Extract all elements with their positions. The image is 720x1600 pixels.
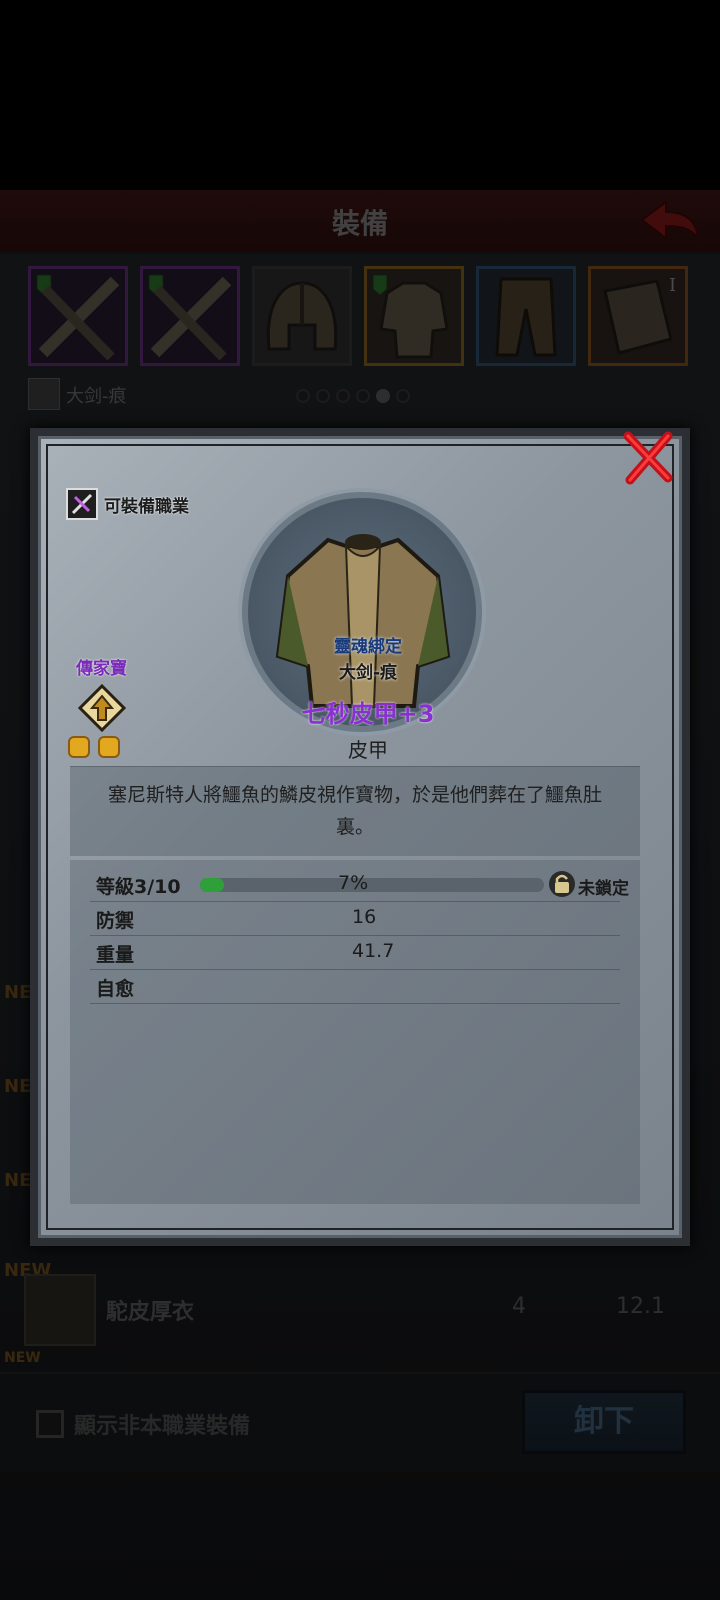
level-progress-bar [200,878,544,892]
item-description: 塞尼斯特人將鱷魚的鱗皮視作寶物，於是他們葬在了鱷魚肚裏。 [107,784,602,838]
class-icon[interactable] [66,488,98,520]
stat-value: 41.7 [352,940,395,962]
leather-armor-icon [275,534,451,708]
lock-status: 未鎖定 [578,879,629,899]
gem-icon [68,736,90,758]
stat-row: 防禦 16 [90,902,620,936]
heirloom-gems [68,736,128,762]
item-title: 七秒皮甲+3 [301,700,435,728]
soulbound-label: 靈魂綁定 [334,637,402,657]
heirloom-upgrade-icon[interactable] [78,684,126,732]
equippable-class-label: 可裝備職業 [104,497,189,517]
stat-row: 重量 41.7 [90,936,620,970]
sword-hammer-icon [71,493,93,515]
bound-character-name: 大剑-痕 [338,663,398,683]
item-type: 皮甲 [348,738,388,762]
description-box: 塞尼斯特人將鱷魚的鱗皮視作寶物，於是他們葬在了鱷魚肚裏。 [70,766,640,856]
level-row: 等級3/10 7% 未鎖定 [90,868,629,902]
level-progress-fill [200,878,225,892]
close-icon[interactable] [618,428,678,488]
stats-panel: 等級3/10 7% 未鎖定 防禦 16 重量 41.7 自愈 [70,860,640,1204]
heirloom-label: 傳家寶 [76,659,127,679]
item-detail-modal: 可裝備職業 靈魂綁定 大剑-痕 七秒皮甲+3 皮甲 傳家寶 塞尼斯特人將鱷魚的鱗… [30,428,690,1246]
level-percent: 7% [338,872,369,894]
stat-value: 16 [352,906,377,928]
gem-icon [98,736,120,758]
stat-label: 防禦 [96,910,135,932]
stat-label: 自愈 [96,978,135,1000]
stat-row: 自愈 [90,970,620,1004]
stat-label: 重量 [96,944,135,966]
lock-icon[interactable] [548,870,576,898]
level-label: 等級3/10 [96,876,181,898]
